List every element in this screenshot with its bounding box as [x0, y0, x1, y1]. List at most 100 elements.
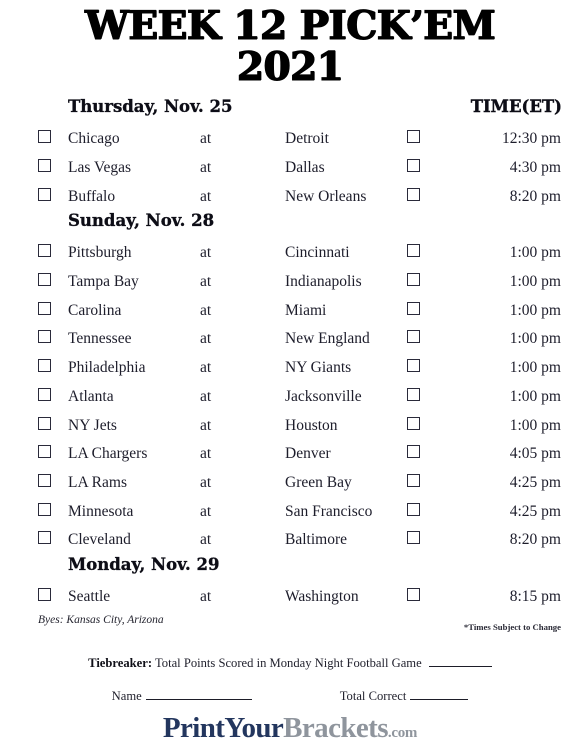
away-pick-checkbox[interactable] [407, 502, 420, 516]
away-pick-checkbox[interactable] [407, 301, 420, 315]
home-team-label: Carolina [68, 301, 122, 319]
home-pick-cell [38, 416, 68, 435]
home-pick-checkbox[interactable] [38, 273, 51, 287]
away-team-label: Dallas [285, 159, 325, 177]
away-pick-cell [407, 387, 449, 406]
home-team-label: Atlanta [68, 387, 114, 405]
away-pick-cell [407, 187, 449, 206]
away-team-label: Miami [285, 301, 327, 319]
schedule-sheet: Thursday, Nov. 25 TIME(ET) Chicago at Detroi… [0, 97, 580, 611]
home-pick-cell [38, 502, 68, 521]
at-separator-label: at [200, 130, 212, 148]
home-pick-checkbox[interactable] [38, 244, 51, 258]
at-separator-label: at [200, 301, 212, 319]
tiebreaker-label: Tiebreaker: [88, 656, 153, 670]
home-team-label: Las Vegas [68, 159, 131, 177]
away-team-label: San Francisco [285, 502, 373, 520]
at-separator-label: at [200, 445, 212, 463]
day-header-label: Sunday, Nov. 28 [68, 211, 215, 231]
home-pick-cell [38, 244, 68, 262]
away-pick-cell [407, 416, 449, 435]
game-time-label: 4:30 pm [509, 159, 561, 177]
away-team-label: Houston [285, 416, 338, 434]
home-pick-checkbox[interactable] [38, 445, 51, 459]
day-header-row: Sunday, Nov. 28 [38, 211, 564, 239]
away-pick-cell [407, 330, 449, 348]
away-pick-checkbox[interactable] [407, 159, 420, 173]
away-pick-checkbox[interactable] [407, 387, 420, 401]
home-team-label: Tennessee [68, 330, 132, 348]
home-pick-checkbox[interactable] [38, 502, 51, 516]
logo-part-print-your: PrintYour [162, 712, 284, 744]
total-correct-label: Total Correct [339, 689, 407, 703]
away-pick-checkbox[interactable] [407, 359, 420, 373]
home-pick-cell [38, 301, 68, 320]
tiebreaker-input-blank[interactable] [428, 655, 492, 667]
at-separator-label: at [200, 587, 212, 605]
away-pick-checkbox[interactable] [407, 273, 420, 287]
game-time-label: 1:00 pm [509, 387, 561, 405]
home-pick-cell [38, 187, 68, 206]
away-team-label: Denver [285, 445, 331, 463]
home-pick-cell [38, 159, 68, 177]
home-team-label: Seattle [68, 587, 111, 605]
away-team-label: Baltimore [285, 531, 347, 549]
game-time-label: 1:00 pm [509, 273, 561, 291]
page-title: WEEK 12 PICK’EM 2021 [0, 0, 580, 88]
at-separator-label: at [200, 273, 212, 291]
home-pick-cell [38, 359, 68, 377]
home-pick-checkbox[interactable] [38, 159, 51, 173]
home-team-label: Cleveland [68, 531, 131, 549]
home-pick-checkbox[interactable] [38, 130, 51, 144]
home-pick-cell [38, 531, 68, 549]
home-pick-checkbox[interactable] [38, 330, 51, 344]
home-pick-checkbox[interactable] [38, 387, 51, 401]
day-header-row: Thursday, Nov. 25 TIME(ET) [38, 97, 564, 125]
away-pick-cell [407, 130, 449, 148]
game-row: Buffalo at New Orleans 8:20 pm [38, 182, 564, 211]
at-separator-label: at [200, 244, 212, 262]
game-row: NY Jets at Houston 1:00 pm [38, 411, 564, 440]
byes-note: Byes: Kansas City, Arizona [38, 614, 164, 627]
away-pick-checkbox[interactable] [407, 130, 420, 144]
at-separator-label: at [200, 330, 212, 348]
site-logo[interactable]: PrintYourBrackets.com [0, 712, 580, 749]
away-team-label: Cincinnati [285, 244, 350, 262]
game-row: Tennessee at New England 1:00 pm [38, 325, 564, 354]
home-pick-checkbox[interactable] [38, 473, 51, 487]
home-pick-cell [38, 387, 68, 406]
home-pick-checkbox[interactable] [38, 359, 51, 373]
title-line-2: 2021 [236, 44, 344, 90]
away-pick-cell [407, 445, 449, 463]
away-team-label: New Orleans [285, 187, 367, 205]
game-row: Carolina at Miami 1:00 pm [38, 296, 564, 325]
away-pick-checkbox[interactable] [407, 531, 420, 545]
home-pick-checkbox[interactable] [38, 587, 51, 601]
tiebreaker-row: Tiebreaker: Total Points Scored in Monda… [0, 655, 580, 671]
footer: Tiebreaker: Total Points Scored in Monda… [0, 655, 580, 751]
away-pick-checkbox[interactable] [407, 473, 420, 487]
game-time-label: 8:20 pm [509, 187, 561, 205]
game-row: Chicago at Detroit 12:30 pm [38, 125, 564, 154]
name-input-blank[interactable] [145, 688, 252, 700]
home-pick-checkbox[interactable] [38, 531, 51, 545]
away-pick-checkbox[interactable] [407, 587, 420, 601]
day-header-label: Monday, Nov. 29 [68, 554, 220, 574]
name-total-row: Name Total Correct [0, 688, 580, 704]
game-time-label: 12:30 pm [502, 130, 561, 148]
away-pick-checkbox[interactable] [407, 416, 420, 430]
away-pick-checkbox[interactable] [407, 187, 420, 201]
times-subject-to-change-note: *Times Subject to Change [463, 622, 561, 633]
home-pick-checkbox[interactable] [38, 301, 51, 315]
away-team-label: Jacksonville [285, 387, 362, 405]
home-pick-checkbox[interactable] [38, 187, 51, 201]
away-pick-checkbox[interactable] [407, 445, 420, 459]
game-time-label: 4:25 pm [509, 502, 561, 520]
game-row: Las Vegas at Dallas 4:30 pm [38, 154, 564, 183]
away-pick-checkbox[interactable] [407, 330, 420, 344]
away-pick-checkbox[interactable] [407, 244, 420, 258]
game-row: Atlanta at Jacksonville 1:00 pm [38, 383, 564, 412]
game-row: Seattle at Washington 8:15 pm [38, 583, 564, 612]
total-correct-input-blank[interactable] [410, 688, 469, 700]
home-pick-checkbox[interactable] [38, 416, 51, 430]
